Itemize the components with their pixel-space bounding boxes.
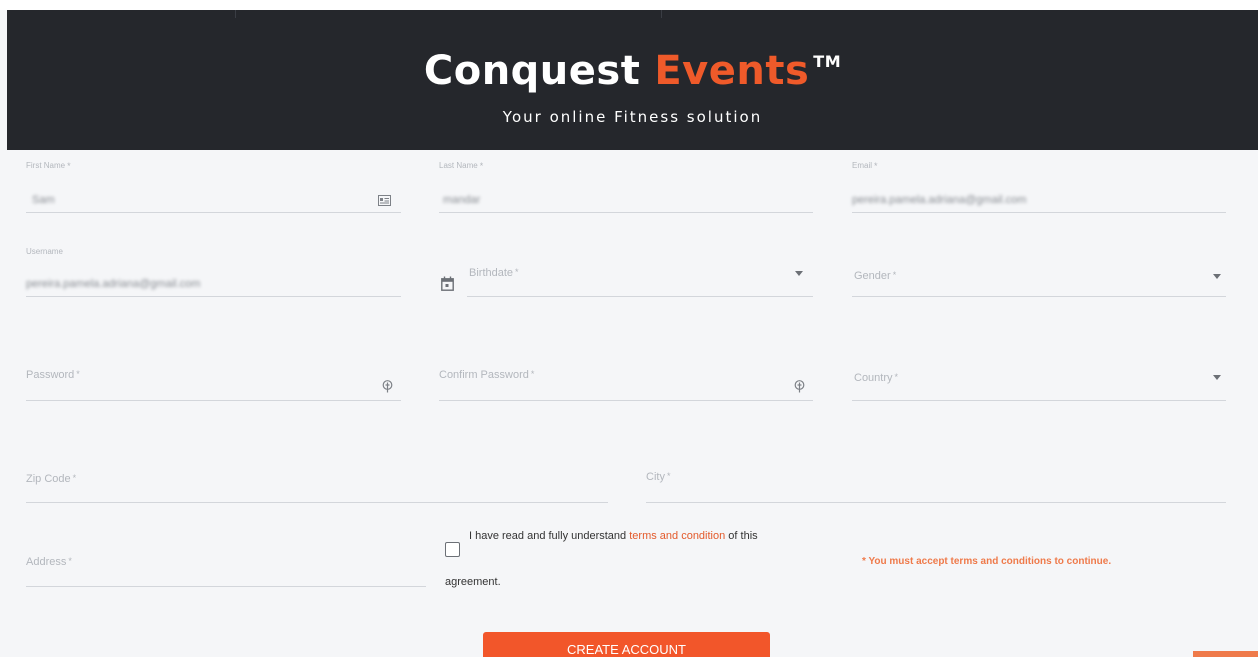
corner-widget[interactable] [1193,651,1258,657]
last-name-value: mandar [443,194,481,206]
email-value: pereira.pamela.adriana@gmail.com [852,194,1027,206]
chevron-down-icon [1213,375,1221,380]
header-divider [661,10,662,18]
city-label: City * [646,471,671,483]
terms-link[interactable]: terms and condition [629,530,725,542]
zip-code-label: Zip Code * [26,473,77,485]
email-label: Email * [852,161,878,171]
country-label: Country * [854,372,899,384]
address-label: Address * [26,556,72,568]
country-select[interactable]: Country * [852,356,1226,401]
brand-word-events: Events [654,48,810,94]
terms-text-line2: agreement. [445,576,501,588]
terms-checkbox[interactable] [445,542,460,557]
last-name-field[interactable]: mandar [439,180,813,213]
terms-warning: * You must accept terms and conditions t… [862,556,1112,567]
brand-tagline: Your online Fitness solution [502,108,763,126]
key-icon[interactable] [794,380,805,395]
id-card-icon [378,195,391,208]
username-value: pereira.pamela.adriana@gmail.com [26,278,201,290]
chevron-down-icon [1213,274,1221,279]
zip-code-field[interactable]: Zip Code * [26,458,608,503]
password-field[interactable]: Password * [26,356,401,401]
chevron-down-icon [795,271,803,276]
browser-top-strip [0,0,1258,10]
first-name-field[interactable]: Sam [26,180,401,213]
address-field[interactable]: Address * [26,542,426,587]
key-icon[interactable] [382,380,393,395]
birthdate-select[interactable]: Birthdate * [467,252,813,297]
calendar-icon[interactable] [441,276,454,293]
first-name-label: First Name * [26,161,71,171]
terms-text-line1: I have read and fully understand terms a… [469,530,758,542]
header-divider [235,10,236,18]
brand-word-conquest: Conquest [423,48,641,94]
confirm-password-field[interactable]: Confirm Password * [439,356,813,401]
page-header: Conquest Events TM Your online Fitness sol… [7,10,1258,150]
trademark-mark: TM [813,52,842,71]
username-label: Username [26,247,63,256]
confirm-password-label: Confirm Password * [439,369,535,381]
gender-select[interactable]: Gender * [852,252,1226,297]
brand-logo: Conquest Events TM [7,48,1258,94]
username-field[interactable]: pereira.pamela.adriana@gmail.com [26,264,401,297]
birthdate-label: Birthdate * [469,267,519,279]
gender-label: Gender * [854,270,897,282]
password-label: Password * [26,369,80,381]
signup-page: Conquest Events TM Your online Fitness sol… [0,0,1258,657]
city-field[interactable]: City * [646,458,1226,503]
create-account-button[interactable]: CREATE ACCOUNT [483,632,770,657]
first-name-value: Sam [32,194,55,206]
email-field[interactable]: pereira.pamela.adriana@gmail.com [852,180,1226,213]
last-name-label: Last Name * [439,161,484,171]
